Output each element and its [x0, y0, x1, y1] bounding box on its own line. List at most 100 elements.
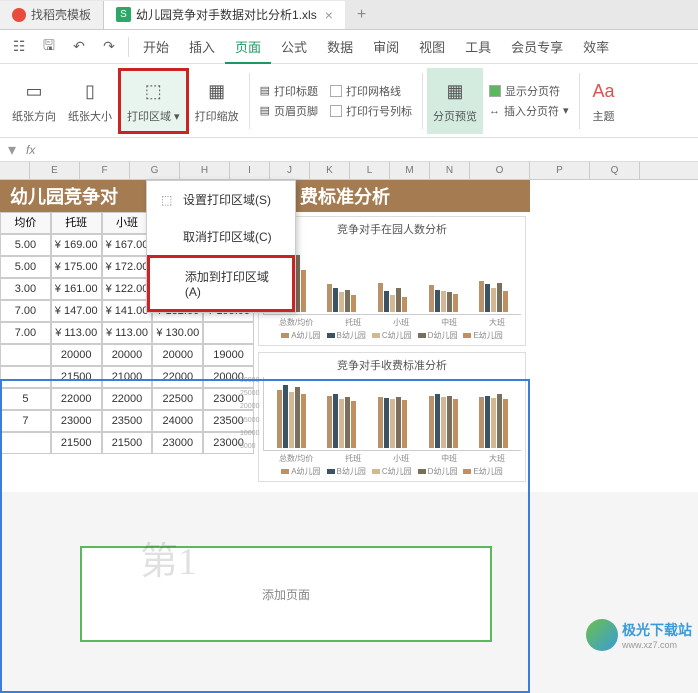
col-header[interactable]: K — [310, 162, 350, 179]
table-cell[interactable]: 7.00 — [0, 322, 51, 344]
table-cell[interactable]: 21500 — [51, 432, 102, 454]
table-row[interactable]: 7.00¥ 113.00¥ 113.00¥ 130.00 — [0, 322, 254, 344]
print-area-button[interactable]: ⬚ 打印区域 ▾ — [118, 68, 189, 134]
redo-icon[interactable]: ↷ — [96, 34, 122, 60]
col-header[interactable]: L — [350, 162, 390, 179]
save-icon[interactable]: 🖫 — [36, 34, 62, 60]
table-cell[interactable]: 5 — [0, 388, 51, 410]
print-title-button[interactable]: ▤ 打印标题 — [260, 83, 318, 99]
menu-formula[interactable]: 公式 — [271, 37, 317, 56]
table-cell[interactable]: ¥ 141.00 — [102, 300, 153, 322]
col-header[interactable]: I — [230, 162, 270, 179]
table-cell[interactable]: 5.00 — [0, 256, 51, 278]
table-row[interactable]: 20000200002000019000 — [0, 344, 254, 366]
table-cell[interactable]: ¥ 130.00 — [152, 322, 203, 344]
paper-direction-button[interactable]: ▭ 纸张方向 — [6, 68, 62, 134]
menu-view[interactable]: 视图 — [409, 37, 455, 56]
table-cell[interactable] — [203, 322, 254, 344]
insert-pagebreak-button[interactable]: ↔ 插入分页符 ▾ — [489, 103, 569, 119]
header-footer-button[interactable]: ▤ 页眉页脚 — [260, 103, 318, 119]
table-cell[interactable]: 23500 — [102, 410, 153, 432]
chart-enrollment[interactable]: 竞争对手在园人数分析 总数/均价托班小班中班大班 A幼儿园B幼儿园C幼儿园D幼儿… — [258, 216, 526, 346]
cancel-print-area-item[interactable]: 取消打印区域(C) — [147, 218, 295, 255]
paper-size-button[interactable]: ▯ 纸张大小 — [62, 68, 118, 134]
table-cell[interactable]: 22500 — [152, 388, 203, 410]
table-cell[interactable]: ¥ 167.00 — [102, 234, 153, 256]
print-zoom-button[interactable]: ▦ 打印缩放 — [189, 68, 245, 134]
table-cell[interactable]: ¥ 147.00 — [51, 300, 102, 322]
print-gridlines-checkbox[interactable]: 打印网格线 — [330, 83, 412, 99]
tab-active-document[interactable]: S 幼儿园竞争对手数据对比分析1.xls × — [104, 1, 345, 29]
menu-start[interactable]: 开始 — [133, 37, 179, 56]
new-tab-button[interactable]: + — [345, 1, 378, 29]
table-cell[interactable]: 23000 — [152, 432, 203, 454]
show-pagebreak-checkbox[interactable]: 显示分页符 — [489, 83, 569, 99]
table-cell[interactable]: ¥ 113.00 — [51, 322, 102, 344]
table-cell[interactable]: 7.00 — [0, 300, 51, 322]
menu-efficiency[interactable]: 效率 — [573, 37, 619, 56]
undo-icon[interactable]: ↶ — [66, 34, 92, 60]
table-row[interactable]: 522000220002250023000 — [0, 388, 254, 410]
table-cell[interactable]: 22000 — [152, 366, 203, 388]
menu-page[interactable]: 页面 — [225, 37, 271, 64]
table-cell[interactable]: 22000 — [102, 388, 153, 410]
table-header[interactable]: 均价 — [0, 212, 51, 234]
table-header[interactable]: 托班 — [51, 212, 102, 234]
col-header[interactable] — [0, 162, 30, 179]
col-header[interactable]: H — [180, 162, 230, 179]
col-header[interactable]: N — [430, 162, 470, 179]
table-cell[interactable]: 22000 — [51, 388, 102, 410]
table-row[interactable]: 21500210002200020000 — [0, 366, 254, 388]
tab-templates[interactable]: 找稻壳模板 — [0, 1, 104, 29]
col-header[interactable]: Q — [590, 162, 640, 179]
table-row[interactable]: 21500215002300023000 — [0, 432, 254, 454]
menu-tools[interactable]: 工具 — [455, 37, 501, 56]
table-cell[interactable]: 21500 — [51, 366, 102, 388]
worksheet[interactable]: ⬚ 设置打印区域(S) 取消打印区域(C) 添加到打印区域(A) 幼儿园竞争对 … — [0, 180, 698, 492]
col-header[interactable]: G — [130, 162, 180, 179]
col-header[interactable]: F — [80, 162, 130, 179]
menu-member[interactable]: 会员专享 — [501, 37, 573, 56]
theme-button[interactable]: Aa 主题 — [584, 68, 624, 134]
table-cell[interactable]: 7 — [0, 410, 51, 432]
table-cell[interactable]: 23000 — [51, 410, 102, 432]
chart-pricing[interactable]: 竞争对手收费标准分析 30000250002000015000100005000… — [258, 352, 526, 482]
table-cell[interactable]: 24000 — [152, 410, 203, 432]
col-header[interactable]: O — [470, 162, 530, 179]
table-cell[interactable] — [0, 366, 51, 388]
table-cell[interactable]: ¥ 175.00 — [51, 256, 102, 278]
name-box-icon[interactable]: ▾ — [8, 140, 16, 160]
table-cell[interactable]: 20000 — [102, 344, 153, 366]
add-print-area-item[interactable]: 添加到打印区域(A) — [147, 255, 295, 312]
col-header[interactable]: M — [390, 162, 430, 179]
menu-review[interactable]: 审阅 — [363, 37, 409, 56]
table-cell[interactable]: ¥ 122.00 — [102, 278, 153, 300]
add-page-zone[interactable]: 添加页面 — [80, 546, 492, 642]
page-preview-button[interactable]: ▦ 分页预览 — [427, 68, 483, 134]
table-cell[interactable]: 20000 — [152, 344, 203, 366]
table-cell[interactable] — [0, 432, 51, 454]
table-header[interactable]: 小班 — [102, 212, 153, 234]
col-header[interactable]: P — [530, 162, 590, 179]
app-menu-icon[interactable]: ☷ — [6, 34, 32, 60]
menu-data[interactable]: 数据 — [317, 37, 363, 56]
print-rowcol-checkbox[interactable]: 打印行号列标 — [330, 103, 412, 119]
table-cell[interactable]: 3.00 — [0, 278, 51, 300]
table-cell[interactable] — [0, 344, 51, 366]
table-cell[interactable]: ¥ 113.00 — [102, 322, 153, 344]
fx-icon[interactable]: fx — [26, 143, 35, 157]
table-cell[interactable]: ¥ 169.00 — [51, 234, 102, 256]
table-cell[interactable]: 21500 — [102, 432, 153, 454]
table-cell[interactable]: 19000 — [203, 344, 254, 366]
table-cell[interactable]: ¥ 172.00 — [102, 256, 153, 278]
col-header[interactable]: J — [270, 162, 310, 179]
set-print-area-item[interactable]: ⬚ 设置打印区域(S) — [147, 181, 295, 218]
table-cell[interactable]: 21000 — [102, 366, 153, 388]
table-cell[interactable]: ¥ 161.00 — [51, 278, 102, 300]
table-row[interactable]: 723000235002400023500 — [0, 410, 254, 432]
table-cell[interactable]: 20000 — [51, 344, 102, 366]
close-icon[interactable]: × — [325, 7, 333, 23]
menu-insert[interactable]: 插入 — [179, 37, 225, 56]
col-header[interactable]: E — [30, 162, 80, 179]
table-cell[interactable]: 5.00 — [0, 234, 51, 256]
